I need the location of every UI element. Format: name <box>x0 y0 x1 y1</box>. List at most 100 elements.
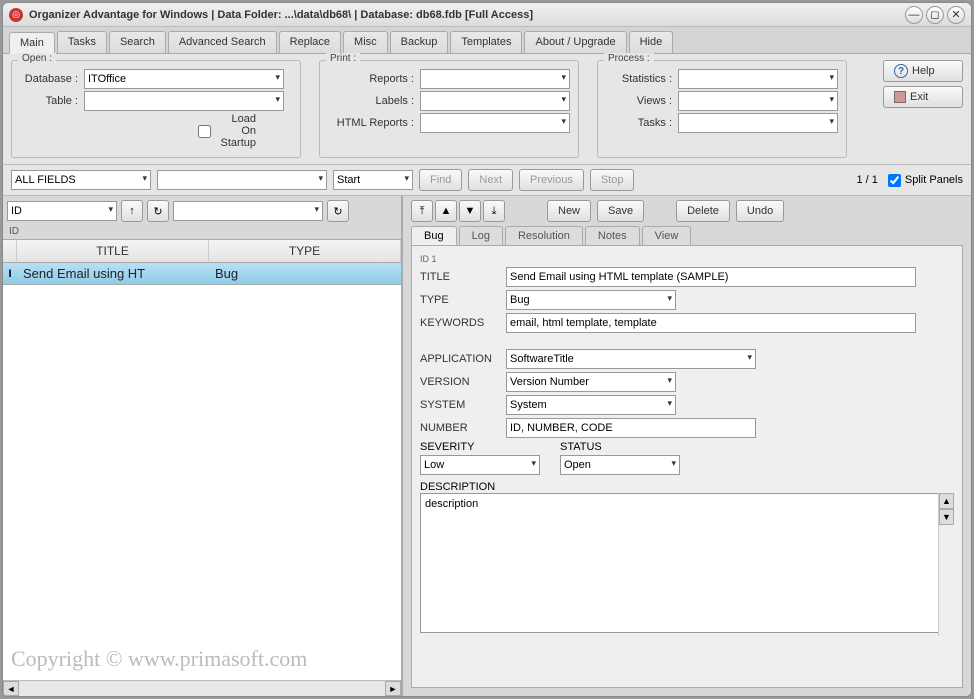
tab-misc[interactable]: Misc <box>343 31 388 53</box>
delete-button[interactable]: Delete <box>676 200 730 222</box>
description-textarea[interactable] <box>420 493 954 633</box>
col-type[interactable]: TYPE <box>209 240 401 262</box>
severity-select[interactable] <box>420 455 540 475</box>
find-button[interactable]: Find <box>419 169 462 191</box>
help-button[interactable]: ?Help <box>883 60 963 82</box>
dtab-view[interactable]: View <box>642 226 692 245</box>
app-window: ◎ Organizer Advantage for Windows | Data… <box>2 2 972 697</box>
views-select[interactable] <box>678 91 838 111</box>
new-button[interactable]: New <box>547 200 591 222</box>
stop-button[interactable]: Stop <box>590 169 635 191</box>
save-button[interactable]: Save <box>597 200 644 222</box>
dtab-notes[interactable]: Notes <box>585 226 640 245</box>
previous-button[interactable]: Previous <box>519 169 584 191</box>
tab-templates[interactable]: Templates <box>450 31 522 53</box>
dtab-bug[interactable]: Bug <box>411 226 457 245</box>
tab-replace[interactable]: Replace <box>279 31 341 53</box>
grid-header: TITLE TYPE <box>3 239 401 263</box>
toolbar-panel: Open : Database : Table : Load On Startu… <box>3 54 971 165</box>
titlebar: ◎ Organizer Advantage for Windows | Data… <box>3 3 971 27</box>
statistics-select[interactable] <box>678 69 838 89</box>
undo-button[interactable]: Undo <box>736 200 784 222</box>
tab-about[interactable]: About / Upgrade <box>524 31 626 53</box>
title-input[interactable] <box>506 267 916 287</box>
dtab-log[interactable]: Log <box>459 226 503 245</box>
exit-icon <box>894 91 906 103</box>
html-reports-label: HTML Reports : <box>328 117 414 129</box>
grid-body[interactable]: I Send Email using HT Bug Copyright © ww… <box>3 263 401 680</box>
scroll-right-icon[interactable]: ► <box>385 681 401 696</box>
open-group-label: Open : <box>18 53 56 64</box>
filter-select[interactable] <box>173 201 323 221</box>
col-title[interactable]: TITLE <box>17 240 209 262</box>
description-scrollbar[interactable]: ▲ ▼ <box>938 493 954 636</box>
version-select[interactable] <box>506 372 676 392</box>
scroll-left-icon[interactable]: ◄ <box>3 681 19 696</box>
type-select[interactable] <box>506 290 676 310</box>
table-select[interactable] <box>84 91 284 111</box>
horizontal-scrollbar[interactable]: ◄ ► <box>3 680 401 696</box>
number-input[interactable] <box>506 418 756 438</box>
refresh2-button[interactable]: ↻ <box>327 200 349 222</box>
cell-title: Send Email using HT <box>17 264 209 283</box>
labels-label: Labels : <box>328 95 414 107</box>
help-icon: ? <box>894 64 908 78</box>
maximize-button[interactable]: ◻ <box>926 6 944 24</box>
split-panels-input[interactable] <box>888 174 901 187</box>
sort-field-select[interactable] <box>7 201 117 221</box>
minimize-button[interactable]: — <box>905 6 923 24</box>
nav-last-button[interactable]: ⤓ <box>483 200 505 222</box>
type-label: TYPE <box>420 294 506 306</box>
application-select[interactable] <box>506 349 756 369</box>
statistics-label: Statistics : <box>606 73 672 85</box>
status-label: STATUS <box>560 441 680 453</box>
nav-up-button[interactable]: ▲ <box>435 200 457 222</box>
system-label: SYSTEM <box>420 399 506 411</box>
next-button[interactable]: Next <box>468 169 513 191</box>
search-position-select[interactable] <box>333 170 413 190</box>
tab-search[interactable]: Search <box>109 31 166 53</box>
nav-first-button[interactable]: ⤒ <box>411 200 433 222</box>
reports-label: Reports : <box>328 73 414 85</box>
print-group-label: Print : <box>326 53 360 64</box>
exit-button[interactable]: Exit <box>883 86 963 108</box>
sort-asc-button[interactable]: ↑ <box>121 200 143 222</box>
split-panels-checkbox[interactable]: Split Panels <box>888 174 963 187</box>
labels-select[interactable] <box>420 91 570 111</box>
search-value-input[interactable] <box>157 170 327 190</box>
status-select[interactable] <box>560 455 680 475</box>
load-on-startup-input[interactable] <box>198 125 211 138</box>
tab-hide[interactable]: Hide <box>629 31 674 53</box>
tab-backup[interactable]: Backup <box>390 31 449 53</box>
tasks-label: Tasks : <box>606 117 672 129</box>
open-group: Open : Database : Table : Load On Startu… <box>11 60 301 158</box>
process-group: Process : Statistics : Views : Tasks : <box>597 60 847 158</box>
nav-down-button[interactable]: ▼ <box>459 200 481 222</box>
tab-main[interactable]: Main <box>9 32 55 54</box>
refresh-button[interactable]: ↻ <box>147 200 169 222</box>
id-label: ID 1 <box>420 254 954 264</box>
searchbar: Find Next Previous Stop 1 / 1 Split Pane… <box>3 165 971 196</box>
print-group: Print : Reports : Labels : HTML Reports … <box>319 60 579 158</box>
table-row[interactable]: I Send Email using HT Bug <box>3 263 401 285</box>
cell-type: Bug <box>209 264 401 283</box>
number-label: NUMBER <box>420 422 506 434</box>
scroll-down-icon[interactable]: ▼ <box>939 509 954 525</box>
row-indicator-icon: I <box>3 268 17 280</box>
load-on-startup-label: Load On Startup <box>215 113 256 149</box>
load-on-startup-checkbox[interactable]: Load On Startup <box>198 113 256 149</box>
system-select[interactable] <box>506 395 676 415</box>
scroll-up-icon[interactable]: ▲ <box>939 493 954 509</box>
dtab-resolution[interactable]: Resolution <box>505 226 583 245</box>
field-selector[interactable] <box>11 170 151 190</box>
keywords-input[interactable] <box>506 313 916 333</box>
tab-tasks[interactable]: Tasks <box>57 31 107 53</box>
tasks-select[interactable] <box>678 113 838 133</box>
close-button[interactable]: ✕ <box>947 6 965 24</box>
html-reports-select[interactable] <box>420 113 570 133</box>
split-area: ↑ ↻ ↻ ID TITLE TYPE I Send Email using H… <box>3 196 971 696</box>
tab-advanced-search[interactable]: Advanced Search <box>168 31 277 53</box>
reports-select[interactable] <box>420 69 570 89</box>
database-select[interactable] <box>84 69 284 89</box>
application-label: APPLICATION <box>420 353 506 365</box>
